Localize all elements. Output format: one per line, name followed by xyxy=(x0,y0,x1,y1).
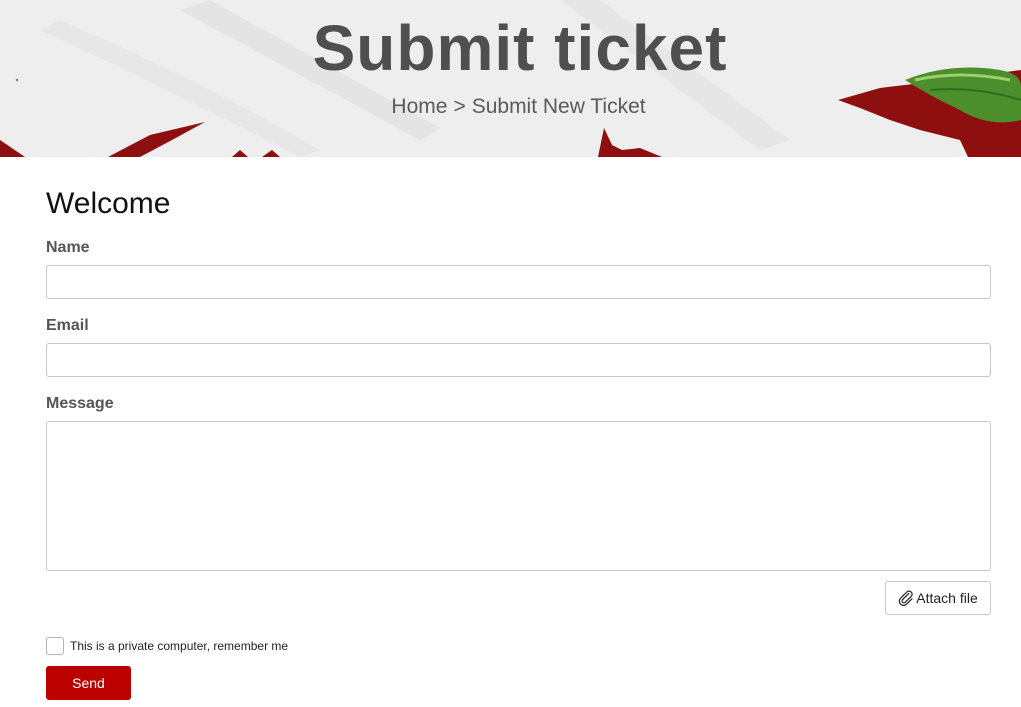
breadcrumb-home-link[interactable]: Home xyxy=(391,95,447,118)
page-title: Submit ticket xyxy=(312,12,728,84)
attach-file-label: Attach file xyxy=(916,590,978,606)
breadcrumb-separator: > xyxy=(453,95,466,118)
name-label: Name xyxy=(46,239,90,256)
paperclip-icon xyxy=(898,590,914,606)
email-label: Email xyxy=(46,317,89,334)
send-button[interactable]: Send xyxy=(46,666,131,700)
breadcrumb: Home > Submit New Ticket xyxy=(0,94,1021,120)
hero-banner: Submit ticket Home > Submit New Ticket xyxy=(0,0,1021,157)
remember-me-label[interactable]: This is a private computer, remember me xyxy=(70,639,288,653)
email-input[interactable] xyxy=(46,343,991,377)
breadcrumb-current: Submit New Ticket xyxy=(471,95,646,118)
form-heading: Welcome xyxy=(46,187,171,220)
name-input[interactable] xyxy=(46,265,991,299)
remember-me-row: This is a private computer, remember me xyxy=(46,637,288,655)
message-textarea[interactable] xyxy=(46,421,991,571)
message-label: Message xyxy=(46,395,114,412)
attach-file-button[interactable]: Attach file xyxy=(885,581,991,615)
remember-me-checkbox[interactable] xyxy=(46,637,64,655)
